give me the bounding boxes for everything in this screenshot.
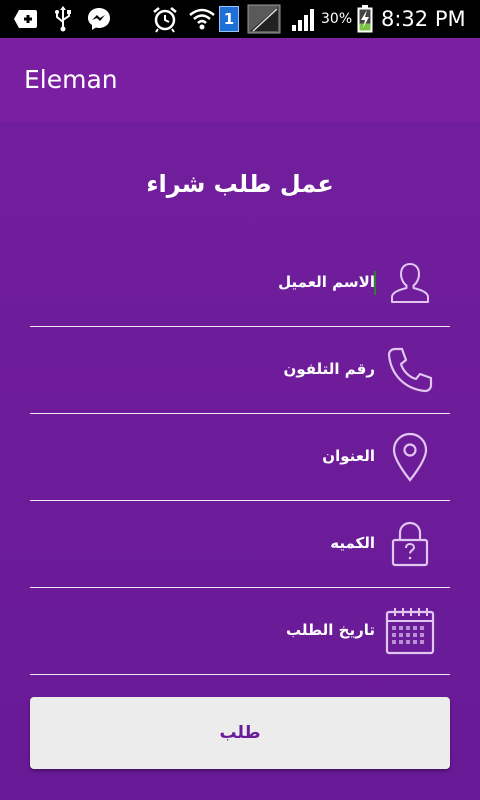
- location-pin-icon: [384, 431, 436, 483]
- messenger-icon: [85, 5, 113, 33]
- status-bar: 1 30% 8:32 PM: [0, 0, 480, 38]
- customer-name-label: الاسم العميل: [278, 273, 375, 291]
- wifi-icon: [188, 5, 216, 33]
- address-field[interactable]: العنوان: [30, 413, 450, 501]
- app-bar: Eleman: [0, 38, 480, 122]
- address-label: العنوان: [322, 447, 375, 465]
- text-cursor: [374, 271, 376, 295]
- phone-label: رقم التلفون: [283, 360, 375, 378]
- signal-icon: [290, 5, 318, 33]
- usb-icon: [52, 5, 74, 33]
- customer-name-field[interactable]: الاسم العميل: [30, 239, 450, 327]
- order-form: عمل طلب شراء الاسم العميل رقم التلفون ال…: [0, 122, 480, 800]
- order-date-label: تاريخ الطلب: [286, 621, 375, 639]
- battery-charging-icon: [355, 5, 375, 33]
- sim-1-badge: 1: [218, 5, 240, 33]
- sim-number: 1: [219, 6, 239, 32]
- alarm-icon: [150, 5, 180, 33]
- app-title: Eleman: [24, 65, 118, 94]
- clock: 8:32 PM: [381, 7, 466, 31]
- lock-question-icon: [384, 518, 436, 570]
- form-title: عمل طلب شراء: [146, 170, 334, 198]
- user-icon: [384, 257, 436, 309]
- calendar-icon: [384, 605, 436, 657]
- add-icon: [12, 5, 40, 33]
- no-signal-icon: [246, 4, 282, 34]
- phone-icon: [384, 344, 436, 396]
- submit-order-button[interactable]: طلب: [30, 697, 450, 769]
- battery-percent: 30%: [321, 11, 353, 27]
- quantity-label: الكميه: [330, 534, 375, 552]
- order-date-field[interactable]: تاريخ الطلب: [30, 587, 450, 675]
- phone-field[interactable]: رقم التلفون: [30, 326, 450, 414]
- quantity-field[interactable]: الكميه: [30, 500, 450, 588]
